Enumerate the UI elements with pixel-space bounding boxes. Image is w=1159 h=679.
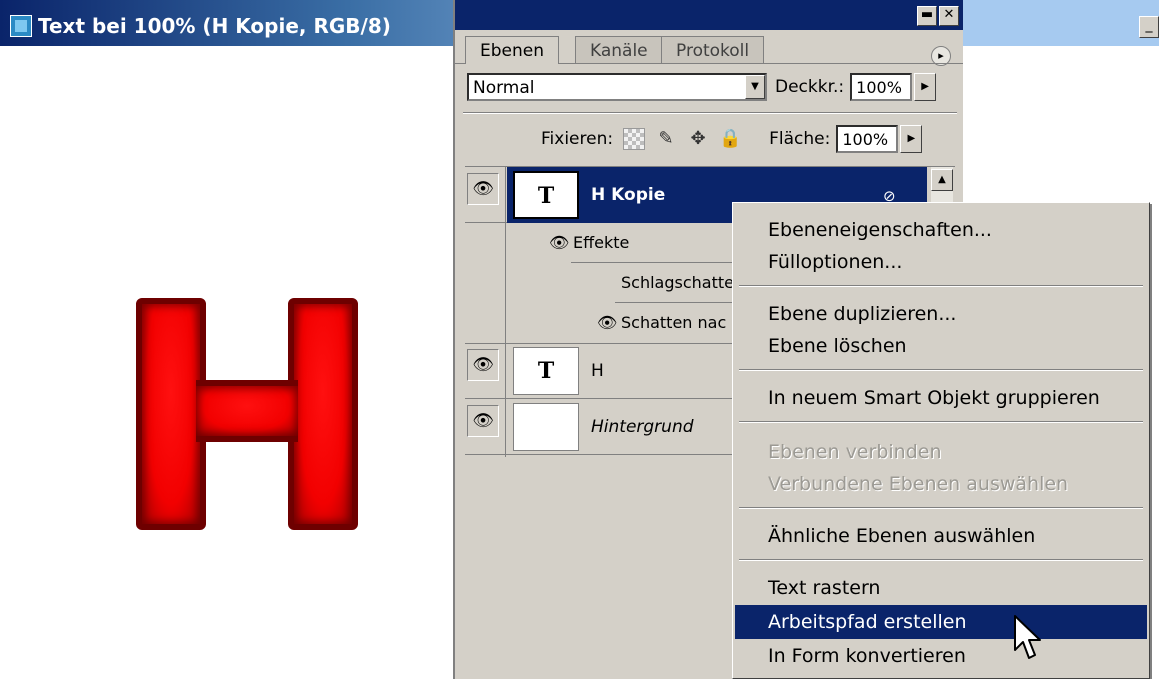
scroll-up-arrow-icon[interactable]: ▲ [931,169,953,191]
menu-item-in-form-konvertieren[interactable]: In Form konvertieren [735,639,1147,673]
document-title-text: Text bei 100% (H Kopie, RGB/8) [38,14,391,38]
mouse-pointer-icon [1014,615,1041,659]
layer-name[interactable]: H [591,361,604,381]
padlock-icon[interactable]: 🔒 [719,128,741,150]
fill-slider-arrow-icon[interactable]: ▶ [900,125,923,153]
layer-name[interactable]: H Kopie [591,185,665,205]
tab-ebenen[interactable]: Ebenen [465,36,559,64]
menu-separator [739,421,1143,423]
photoshop-document-icon [10,15,32,37]
menu-item-arbeitspfad-erstellen[interactable]: Arbeitspfad erstellen [735,605,1147,639]
effect-eye-icon[interactable]: 👁 [597,313,617,332]
panel-divider [463,112,957,114]
effect-item-label: Schlagschatte [621,273,734,292]
menu-item-fuelloptionen[interactable]: Fülloptionen... [735,245,1147,279]
layer-thumbnail[interactable]: T [513,347,579,395]
layer-name[interactable]: Hintergrund [591,417,694,437]
menu-item-ebeneneigenschaften[interactable]: Ebeneneigenschaften... [735,213,1147,247]
minimize-button[interactable]: _ [1139,16,1159,38]
menu-item-verbundene-ebenen: Verbundene Ebenen auswählen [768,473,1069,495]
menu-item-ebene-loeschen[interactable]: Ebene löschen [735,329,1147,363]
lock-label: Fixieren: [541,129,614,149]
menu-item-ebene-duplizieren[interactable]: Ebene duplizieren... [735,297,1147,331]
letter-h-right-stem [288,298,358,530]
blend-mode-select[interactable]: Normal ▼ [467,73,767,101]
panel-titlebar[interactable]: ▬ ✕ [455,0,963,30]
document-title: Text bei 100% (H Kopie, RGB/8) [10,14,391,38]
opacity-label: Deckkr.: [775,77,845,97]
menu-separator [739,559,1143,561]
move-lock-icon[interactable]: ✥ [687,128,709,150]
menu-separator [739,507,1143,509]
tab-protokoll[interactable]: Protokoll [661,36,765,64]
letter-h-crossbar [196,380,298,442]
opacity-slider-arrow-icon[interactable]: ▶ [914,73,937,101]
chevron-down-icon[interactable]: ▼ [745,75,765,99]
effects-eye-icon[interactable]: 👁 [549,233,569,252]
menu-item-text-rastern[interactable]: Text rastern [735,571,1147,605]
visibility-eye-icon[interactable]: 👁 [467,349,499,381]
visibility-eye-icon[interactable]: 👁 [467,405,499,437]
opacity-input[interactable]: 100% [850,73,913,101]
tab-kanaele[interactable]: Kanäle [575,36,663,64]
visibility-eye-icon[interactable]: 👁 [467,173,499,205]
transparency-lock-icon[interactable] [623,128,646,150]
fill-label: Fläche: [769,129,831,149]
panel-close-button[interactable]: ✕ [939,6,959,26]
blend-mode-value: Normal [473,78,535,98]
blend-mode-row: Normal ▼ Deckkr.: 100% ▶ [467,72,937,102]
layer-context-menu: Ebeneneigenschaften... Fülloptionen... E… [732,202,1150,679]
brush-lock-icon[interactable]: ✎ [655,128,677,150]
menu-item-aehnliche-ebenen[interactable]: Ähnliche Ebenen auswählen [735,519,1147,553]
effect-item-label: Schatten nac [621,313,727,332]
menu-separator [739,285,1143,287]
layer-thumbnail[interactable] [513,403,579,451]
layer-thumbnail[interactable]: T [513,171,579,219]
menu-item-ebenen-verbinden: Ebenen verbinden [768,441,942,463]
panel-minimize-button[interactable]: ▬ [917,6,937,26]
lock-row: Fixieren: ✎ ✥ 🔒 Fläche: 100% ▶ [533,124,923,154]
panel-tabs: Ebenen Kanäle Protokoll ▸ [455,30,963,66]
menu-separator [739,369,1143,371]
menu-item-smart-objekt[interactable]: In neuem Smart Objekt gruppieren [735,381,1147,415]
fill-input[interactable]: 100% [836,125,899,153]
red-letter-h-artwork [136,298,358,530]
effects-label: Effekte [573,233,630,252]
